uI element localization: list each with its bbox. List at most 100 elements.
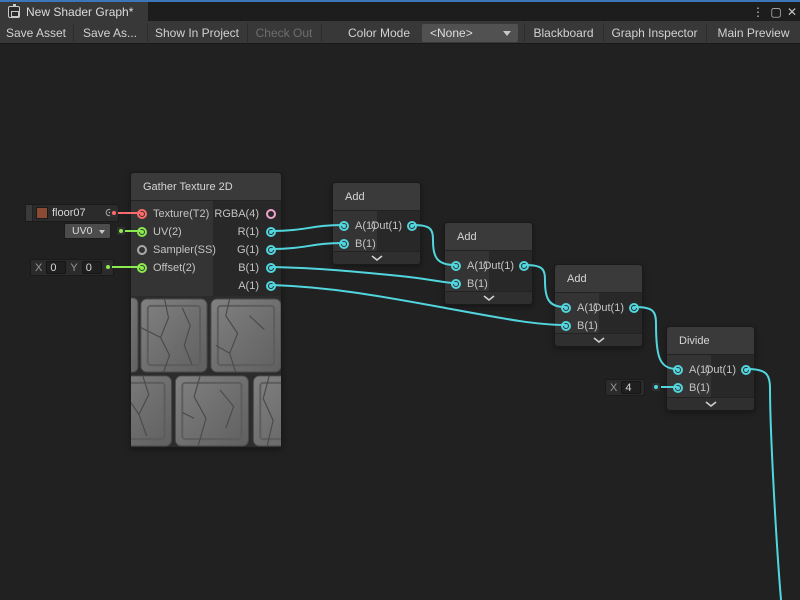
output-label-out: Out(1) xyxy=(371,217,402,235)
port-a-input[interactable] xyxy=(561,303,571,313)
port-out-output[interactable] xyxy=(741,365,751,375)
port-r-output[interactable] xyxy=(266,227,276,237)
show-in-project-button[interactable]: Show In Project xyxy=(148,21,246,44)
color-mode-value: <None> xyxy=(430,26,473,40)
port-out-output[interactable] xyxy=(519,261,529,271)
blackboard-button[interactable]: Blackboard xyxy=(525,21,602,44)
port-g-output[interactable] xyxy=(266,245,276,255)
divisor-input[interactable]: 4 xyxy=(621,381,641,394)
toolbar-separator xyxy=(321,23,322,42)
shader-graph-icon xyxy=(8,6,20,18)
output-label-out: Out(1) xyxy=(483,257,514,275)
texture-thumbnail xyxy=(36,207,48,219)
color-mode-label: Color Mode xyxy=(348,21,410,44)
x-label: X xyxy=(610,382,617,394)
chevron-down-icon xyxy=(99,230,105,234)
chevron-down-icon xyxy=(371,255,383,261)
window-close-icon[interactable]: ✕ xyxy=(784,2,800,21)
port-b-input[interactable] xyxy=(673,383,683,393)
output-label-g: G(1) xyxy=(237,241,259,259)
tab-bar: New Shader Graph* ⋮ ▢ ✕ xyxy=(0,2,800,21)
chevron-down-icon xyxy=(705,401,717,407)
collapse-chevron[interactable] xyxy=(667,397,754,410)
node-add-3[interactable]: Add A(1) B(1) Out(1) xyxy=(554,264,643,347)
shader-graph-window: New Shader Graph* ⋮ ▢ ✕ Save Asset Save … xyxy=(0,0,800,600)
input-label-sampler: Sampler(SS) xyxy=(153,241,216,259)
chevron-down-icon xyxy=(483,295,495,301)
uv-channel-value: UV0 xyxy=(72,225,92,237)
port-a-output[interactable] xyxy=(266,281,276,291)
texture-preview xyxy=(131,296,281,447)
save-asset-button[interactable]: Save Asset xyxy=(0,21,72,44)
output-label-rgba: RGBA(4) xyxy=(214,205,259,223)
node-gather-texture-2d[interactable]: Gather Texture 2D Texture(T2) UV(2) Samp… xyxy=(130,172,282,448)
texture-object-field[interactable]: floor07 ⊙ xyxy=(25,204,119,222)
save-as-button[interactable]: Save As... xyxy=(74,21,146,44)
input-label-b: B(1) xyxy=(689,379,710,397)
uv-channel-dropdown[interactable]: UV0 xyxy=(64,223,111,239)
node-title[interactable]: Add xyxy=(333,183,420,211)
check-out-button[interactable]: Check Out xyxy=(248,21,320,44)
node-title[interactable]: Add xyxy=(445,223,532,251)
port-b-output[interactable] xyxy=(266,263,276,273)
graph-canvas[interactable] xyxy=(0,44,800,600)
offset-port-dot[interactable] xyxy=(104,263,112,271)
port-a-input[interactable] xyxy=(339,221,349,231)
port-sampler-input[interactable] xyxy=(137,245,147,255)
node-title-text: Add xyxy=(457,231,477,243)
chevron-down-icon xyxy=(503,31,511,36)
output-label-out: Out(1) xyxy=(593,299,624,317)
window-menu-icon[interactable]: ⋮ xyxy=(750,2,766,21)
uv-port-dot[interactable] xyxy=(117,227,125,235)
output-label-out: Out(1) xyxy=(705,361,736,379)
texture-name: floor07 xyxy=(52,207,86,219)
collapse-chevron[interactable] xyxy=(445,291,532,304)
port-out-output[interactable] xyxy=(407,221,417,231)
port-a-input[interactable] xyxy=(673,365,683,375)
output-label-r: R(1) xyxy=(238,223,259,241)
input-label-uv: UV(2) xyxy=(153,223,182,241)
input-label-offset: Offset(2) xyxy=(153,259,196,277)
port-b-input[interactable] xyxy=(339,239,349,249)
port-uv-input[interactable] xyxy=(137,227,147,237)
offset-y-input[interactable]: 0 xyxy=(82,261,102,274)
port-rgba-output[interactable] xyxy=(266,209,276,219)
collapse-chevron[interactable] xyxy=(333,251,420,264)
collapse-chevron[interactable] xyxy=(555,333,642,346)
tab-title: New Shader Graph* xyxy=(26,5,133,19)
tab-new-shader-graph[interactable]: New Shader Graph* xyxy=(0,2,148,21)
window-maximize-icon[interactable]: ▢ xyxy=(768,2,784,21)
node-title[interactable]: Divide xyxy=(667,327,754,355)
port-b-input[interactable] xyxy=(561,321,571,331)
offset-x-input[interactable]: 0 xyxy=(46,261,66,274)
node-divide[interactable]: Divide A(1) B(1) Out(1) xyxy=(666,326,755,411)
color-mode-dropdown[interactable]: <None> xyxy=(422,24,518,42)
chevron-down-icon xyxy=(593,337,605,343)
node-title[interactable]: Add xyxy=(555,265,642,293)
main-preview-button[interactable]: Main Preview xyxy=(707,21,800,44)
node-title-text: Gather Texture 2D xyxy=(143,181,233,193)
port-texture-input[interactable] xyxy=(137,209,147,219)
texture-port-dot[interactable] xyxy=(110,209,118,217)
node-title-text: Add xyxy=(567,273,587,285)
object-field-strip xyxy=(26,205,33,221)
port-a-input[interactable] xyxy=(451,261,461,271)
graph-inspector-button[interactable]: Graph Inspector xyxy=(604,21,705,44)
y-label: Y xyxy=(70,262,77,274)
output-label-b: B(1) xyxy=(238,259,259,277)
output-label-a: A(1) xyxy=(238,277,259,295)
node-title[interactable]: Gather Texture 2D xyxy=(131,173,281,201)
x-label: X xyxy=(35,262,42,274)
port-out-output[interactable] xyxy=(629,303,639,313)
port-offset-input[interactable] xyxy=(137,263,147,273)
offset-vector2-field[interactable]: X 0 Y 0 xyxy=(30,259,114,276)
divisor-port-dot[interactable] xyxy=(652,383,660,391)
divide-b-float-field[interactable]: X 4 xyxy=(605,379,645,396)
port-b-input[interactable] xyxy=(451,279,461,289)
graph-toolbar: Save Asset Save As... Show In Project Ch… xyxy=(0,21,800,44)
node-title-text: Add xyxy=(345,191,365,203)
node-add-1[interactable]: Add A(1) B(1) Out(1) xyxy=(332,182,421,265)
node-title-text: Divide xyxy=(679,335,710,347)
input-label-texture: Texture(T2) xyxy=(153,205,209,223)
node-add-2[interactable]: Add A(1) B(1) Out(1) xyxy=(444,222,533,305)
